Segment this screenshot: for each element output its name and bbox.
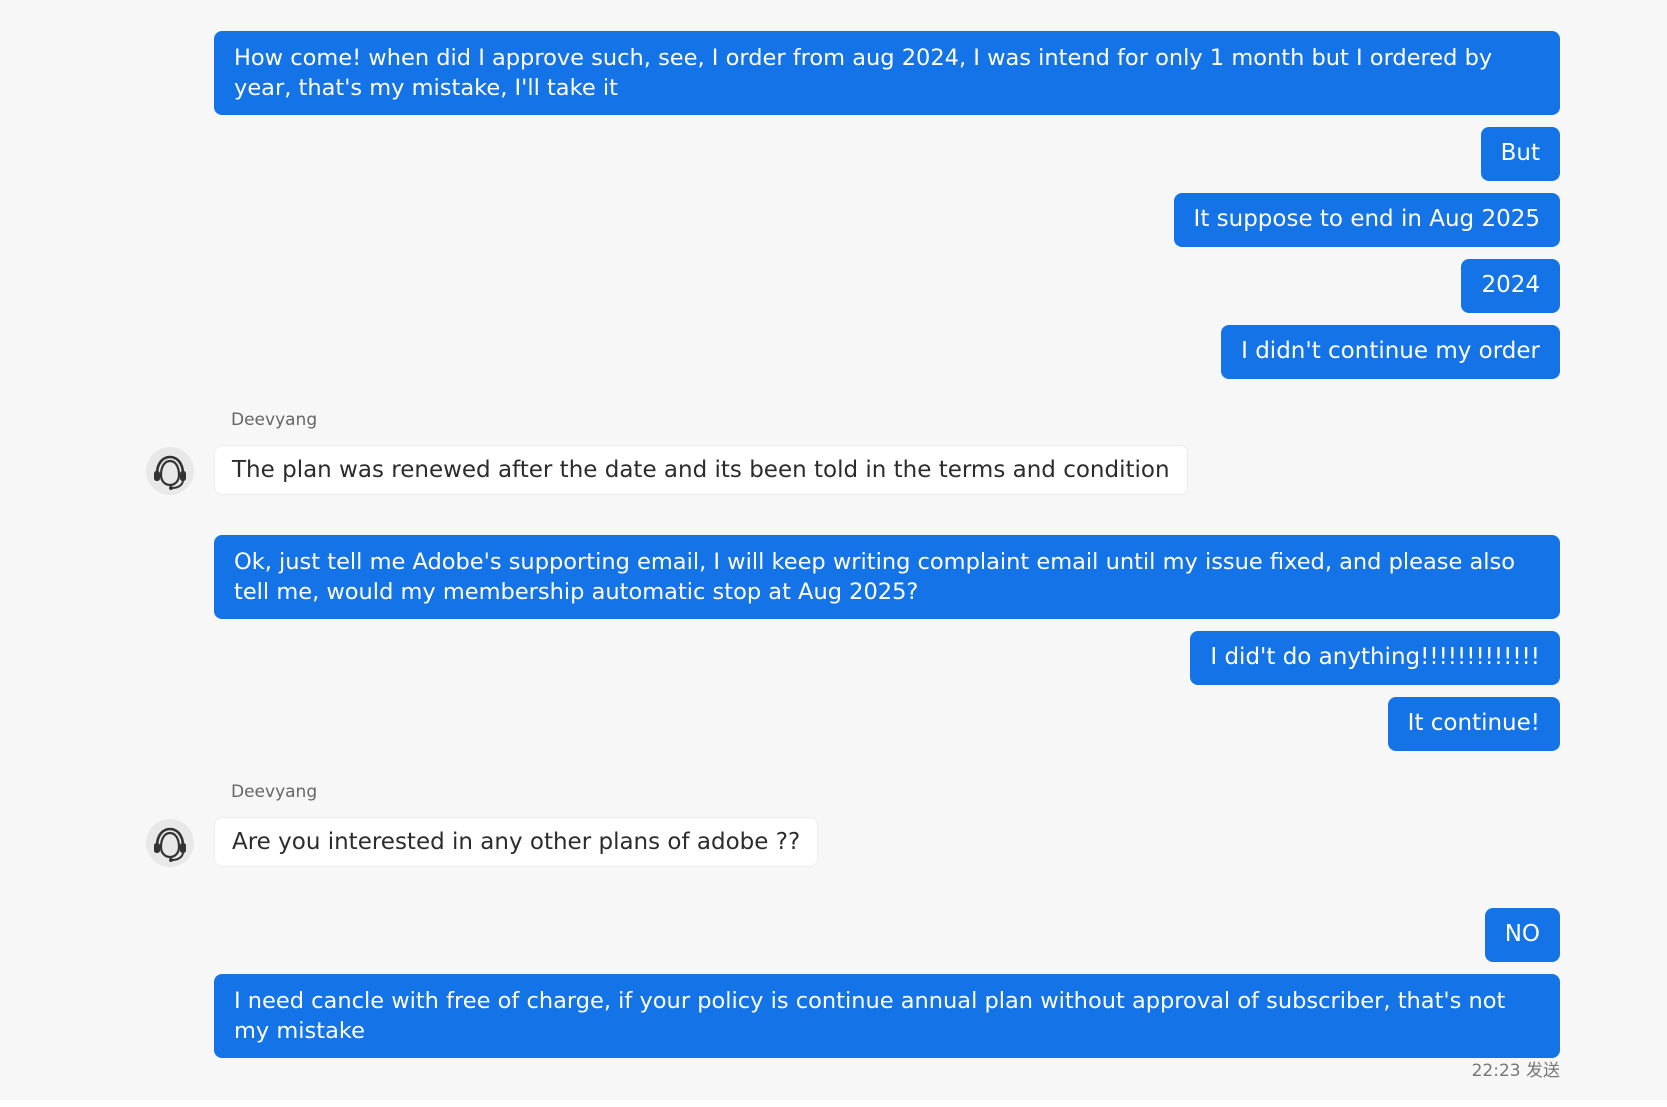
user-message-bubble: Ok, just tell me Adobe's supporting emai… (214, 535, 1560, 619)
user-message-bubble: It suppose to end in Aug 2025 (1173, 193, 1560, 247)
user-message-bubble: But (1480, 127, 1560, 181)
user-message-bubble: NO (1484, 908, 1560, 962)
user-message-bubble: It continue! (1387, 697, 1560, 751)
agent-message-bubble: The plan was renewed after the date and … (214, 445, 1188, 495)
user-message-bubble: I did't do anything!!!!!!!!!!!!! (1190, 631, 1560, 685)
user-message-bubble: I need cancle with free of charge, if yo… (214, 974, 1560, 1058)
agent-name-label: Deevyang (231, 410, 318, 430)
user-message-bubble: How come! when did I approve such, see, … (214, 31, 1560, 115)
headset-icon (154, 827, 186, 862)
message-timestamp-status: 22:23 发送 (1471, 1061, 1560, 1081)
agent-avatar (146, 819, 194, 867)
chat-transcript: How come! when did I approve such, see, … (0, 0, 1667, 1100)
headset-icon (154, 455, 186, 490)
user-message-bubble: I didn't continue my order (1221, 325, 1560, 379)
user-message-bubble: 2024 (1461, 259, 1560, 313)
agent-name-label: Deevyang (231, 782, 318, 802)
agent-avatar (146, 447, 194, 495)
agent-message-bubble: Are you interested in any other plans of… (214, 817, 819, 867)
